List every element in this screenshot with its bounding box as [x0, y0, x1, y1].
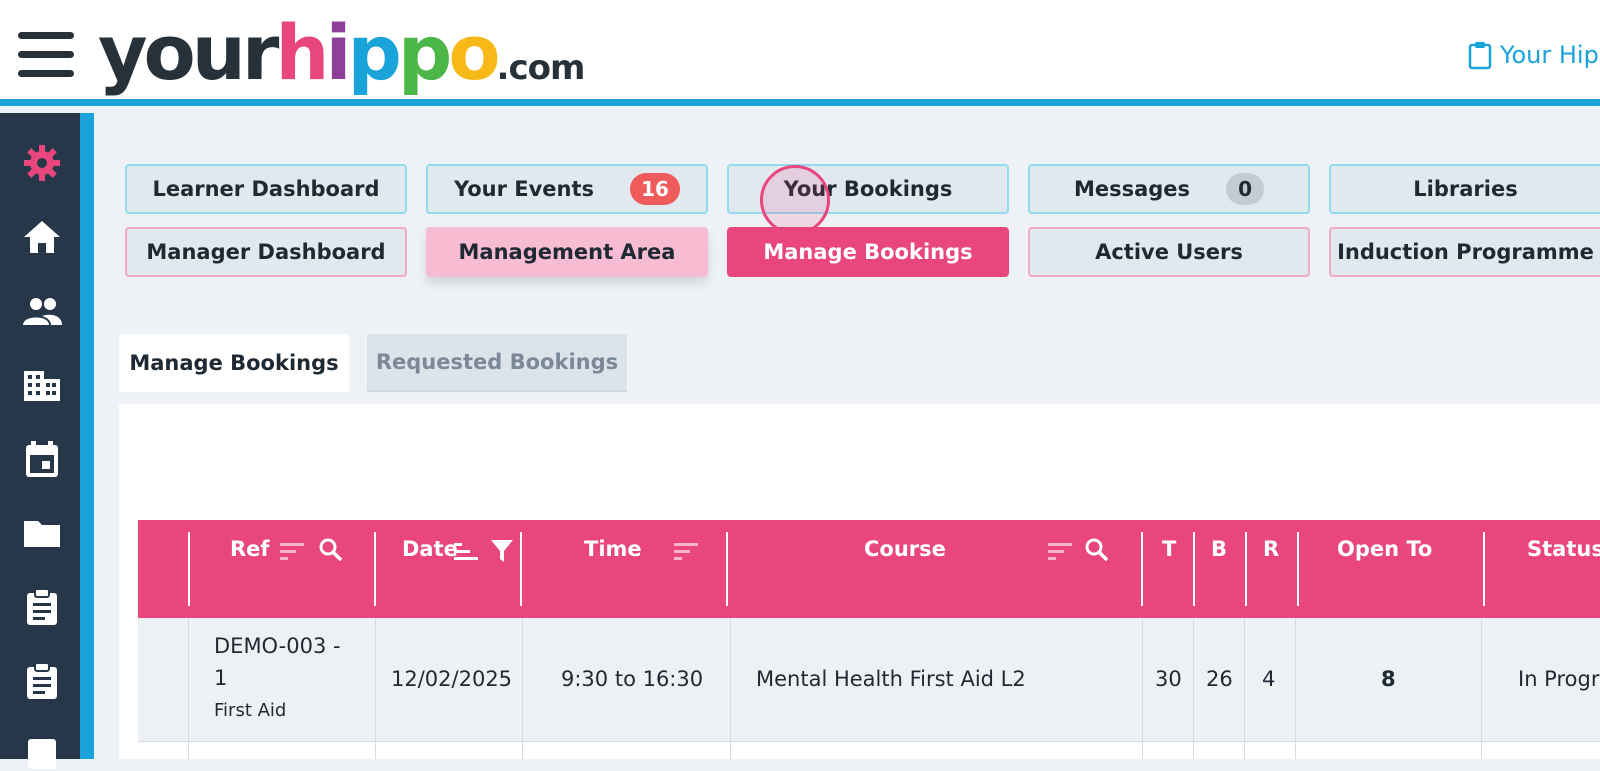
click-indicator: [760, 165, 830, 235]
download-icon[interactable]: [22, 731, 62, 771]
tab-requested-bookings[interactable]: Requested Bookings: [367, 334, 627, 392]
column-r[interactable]: R: [1247, 520, 1295, 618]
sort-icon[interactable]: [674, 542, 700, 562]
people-icon[interactable]: [22, 291, 62, 331]
clipboard-icon[interactable]: [22, 661, 62, 701]
clipboard-icon: [1468, 42, 1492, 70]
sidebar-edge: [80, 113, 94, 759]
messages-button[interactable]: Messages 0: [1028, 164, 1310, 214]
libraries-button[interactable]: Libraries: [1329, 164, 1600, 214]
column-ref[interactable]: Ref: [190, 520, 374, 618]
sort-icon[interactable]: [1048, 542, 1074, 562]
yourhippo-logo[interactable]: yourhippo.com: [98, 8, 585, 98]
cell-ref-line1: DEMO-003 -: [214, 634, 341, 658]
tab-manage-bookings[interactable]: Manage Bookings: [119, 334, 349, 392]
column-course[interactable]: Course: [728, 520, 1136, 618]
cell-date: 12/02/2025: [391, 667, 513, 691]
search-icon[interactable]: [318, 537, 344, 563]
your-events-button[interactable]: Your Events 16: [426, 164, 708, 214]
learner-dashboard-button[interactable]: Learner Dashboard: [125, 164, 407, 214]
building-icon[interactable]: [22, 365, 62, 405]
header-link-label: Your Hip: [1500, 41, 1599, 69]
management-area-button[interactable]: Management Area: [426, 227, 708, 277]
cell-open-to: 8: [1381, 667, 1396, 691]
cell-r: 4: [1262, 667, 1276, 691]
column-open-to[interactable]: Open To: [1299, 520, 1481, 618]
column-b[interactable]: B: [1195, 520, 1243, 618]
hamburger-menu-icon[interactable]: [18, 30, 74, 80]
column-t[interactable]: T: [1143, 520, 1191, 618]
manager-dashboard-button[interactable]: Manager Dashboard: [125, 227, 407, 277]
messages-count-badge: 0: [1226, 173, 1265, 205]
cell-ref-line2: 1: [214, 666, 228, 690]
sort-desc-icon[interactable]: [454, 542, 480, 562]
clipboard-icon[interactable]: [22, 587, 62, 627]
manage-bookings-button[interactable]: Manage Bookings: [727, 227, 1009, 277]
cell-t: 30: [1155, 667, 1182, 691]
top-header: yourhippo.com Your Hip: [0, 0, 1600, 106]
folder-icon[interactable]: [22, 513, 62, 553]
column-status[interactable]: Status: [1485, 520, 1600, 618]
sidebar: [0, 113, 80, 769]
cell-course[interactable]: Mental Health First Aid L2: [756, 667, 1026, 691]
gear-icon[interactable]: [22, 143, 62, 183]
column-date[interactable]: Date: [376, 520, 520, 618]
induction-programme-button[interactable]: Induction Programme: [1329, 227, 1600, 277]
active-users-button[interactable]: Active Users: [1028, 227, 1310, 277]
cell-b: 26: [1206, 667, 1233, 691]
cell-status: In Progr: [1518, 667, 1600, 691]
home-icon[interactable]: [22, 217, 62, 257]
cell-ref-category: First Aid: [214, 700, 287, 721]
table-header: Ref Date Time Course T B R Open To Statu…: [138, 520, 1600, 618]
calendar-icon[interactable]: [22, 439, 62, 479]
sort-icon[interactable]: [280, 542, 306, 562]
events-count-badge: 16: [630, 173, 681, 205]
filter-icon[interactable]: [490, 538, 514, 564]
header-your-link[interactable]: Your Hip: [1468, 40, 1599, 70]
cell-time: 9:30 to 16:30: [561, 667, 704, 691]
search-icon[interactable]: [1084, 537, 1110, 563]
column-time[interactable]: Time: [522, 520, 726, 618]
